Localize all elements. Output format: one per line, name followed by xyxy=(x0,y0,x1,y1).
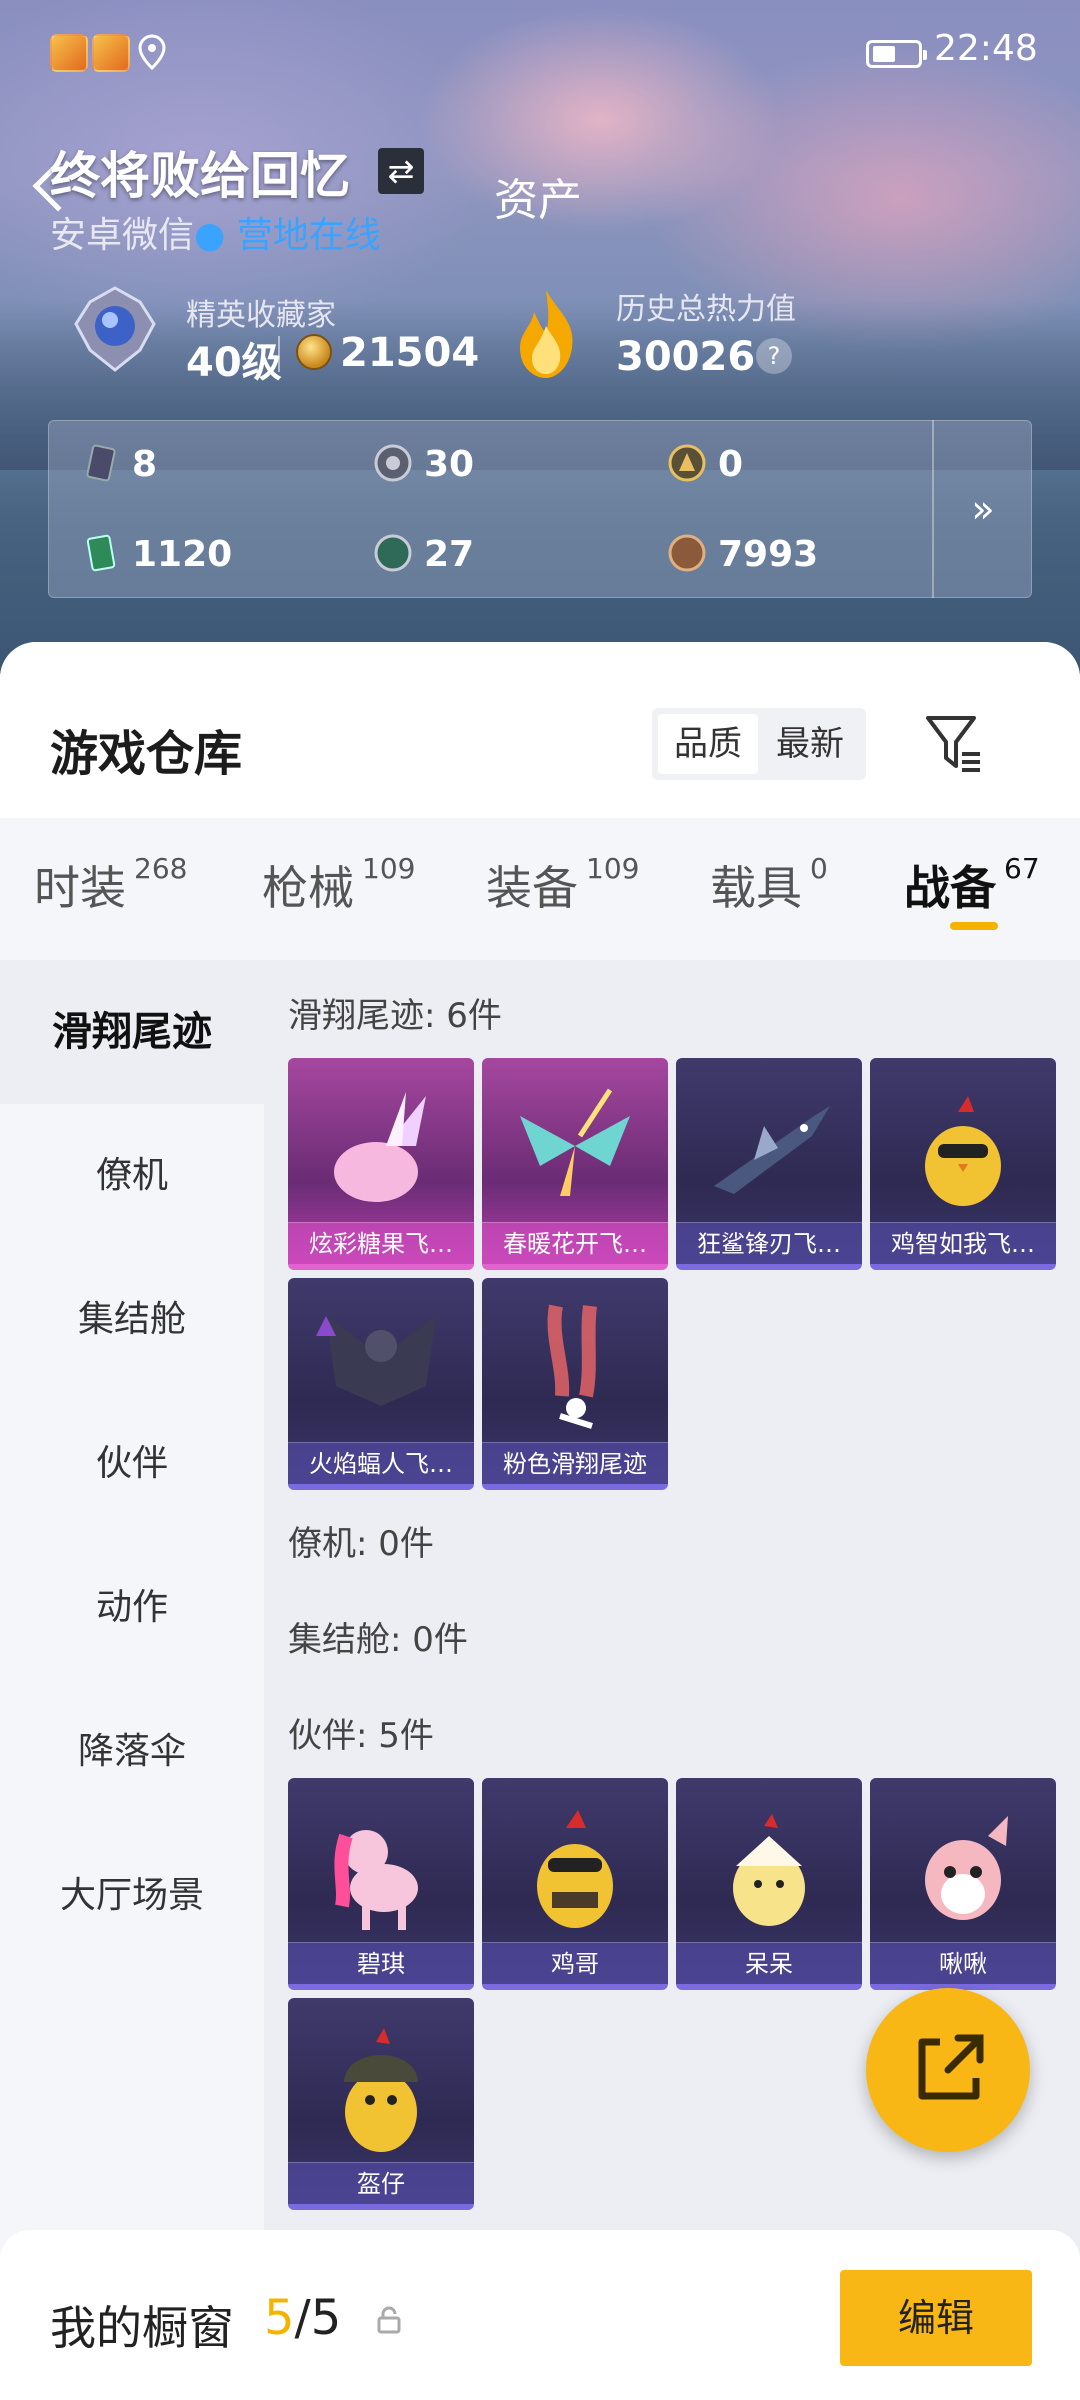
help-icon[interactable]: ? xyxy=(756,338,792,374)
section-title-companion: 伙伴: 5件 xyxy=(288,1716,434,1756)
status-bar: 22:48 xyxy=(0,0,1080,110)
location-icon xyxy=(138,34,166,71)
item-card[interactable]: 鸡哥 xyxy=(482,1778,668,1990)
sort-quality-button[interactable]: 品质 xyxy=(658,714,758,774)
resource-value: 8 xyxy=(132,444,158,485)
item-card[interactable]: 炫彩糖果飞… xyxy=(288,1058,474,1270)
page-title: 资产 xyxy=(494,175,582,226)
category-tabs: 时装 268 枪械 109 装备 109 载具 0 战备 67 xyxy=(0,818,1080,960)
item-card[interactable]: 粉色滑翔尾迹 xyxy=(482,1278,668,1490)
sidebar-item-rally-pod[interactable]: 集结舱 xyxy=(0,1248,264,1392)
platform-label: 安卓微信 xyxy=(50,215,195,256)
lock-icon xyxy=(377,2306,401,2334)
pony-art xyxy=(334,1830,418,1930)
heat-value: 30026 xyxy=(616,334,756,380)
sidebar-item-companion[interactable]: 伙伴 xyxy=(0,1392,264,1536)
battery-icon xyxy=(866,40,927,68)
candy-trail-art xyxy=(334,1092,426,1202)
sort-toggle: 品质 最新 xyxy=(652,708,866,780)
active-tab-indicator xyxy=(950,922,998,930)
item-card[interactable]: 鸡智如我飞… xyxy=(870,1058,1056,1270)
sidebar-item-lobby-scene[interactable]: 大厅场景 xyxy=(0,1824,264,1968)
showcase-count: 5/5 xyxy=(264,2290,342,2346)
collector-coins: 21504 xyxy=(340,330,480,376)
app-notification-icon xyxy=(50,34,88,72)
resource-value: 1120 xyxy=(132,534,233,575)
green-coin-icon xyxy=(374,534,412,572)
share-button[interactable] xyxy=(866,1988,1030,2152)
silver-token-icon xyxy=(374,444,412,482)
chick-art xyxy=(733,1814,805,1926)
clock: 22:48 xyxy=(934,28,1038,69)
showcase-bar: 我的橱窗 5/5 编辑 xyxy=(0,2230,1080,2400)
online-status: ● 营地在线 xyxy=(194,215,381,256)
resource-value: 7993 xyxy=(718,534,819,575)
sidebar-item-glide-trail[interactable]: 滑翔尾迹 xyxy=(0,960,264,1104)
green-card-icon xyxy=(86,534,116,572)
filter-icon[interactable] xyxy=(924,712,984,774)
tab-outfits[interactable]: 时装 268 xyxy=(34,852,187,918)
edit-button[interactable]: 编辑 xyxy=(840,2270,1032,2366)
sort-newest-button[interactable]: 最新 xyxy=(760,714,860,774)
share-icon xyxy=(918,2034,984,2100)
resources-more-button[interactable]: » xyxy=(932,420,1032,598)
username: 终将败给回忆 xyxy=(50,147,350,205)
section-title-wingman: 僚机: 0件 xyxy=(288,1524,434,1564)
pink-trail-art xyxy=(547,1304,597,1429)
warehouse-title: 游戏仓库 xyxy=(50,726,243,782)
section-title-glide-trail: 滑翔尾迹: 6件 xyxy=(288,996,502,1036)
rank-name: 精英收藏家 xyxy=(186,298,336,333)
tab-vehicles[interactable]: 载具 0 xyxy=(710,852,828,918)
item-card[interactable]: 盔仔 xyxy=(288,1998,474,2210)
resource-value: 27 xyxy=(424,534,475,575)
chicken-bro-art xyxy=(537,1810,613,1928)
collector-coin-icon xyxy=(296,334,332,370)
item-card[interactable]: 火焰蝠人飞… xyxy=(288,1278,474,1490)
pink-bird-art xyxy=(925,1816,1008,1920)
showcase-label: 我的橱窗 xyxy=(50,2301,234,2355)
divider xyxy=(278,336,280,372)
sidebar-item-emote[interactable]: 动作 xyxy=(0,1536,264,1680)
item-card[interactable]: 啾啾 xyxy=(870,1778,1056,1990)
item-card[interactable]: 狂鲨锋刃飞… xyxy=(676,1058,862,1270)
bat-trail-art xyxy=(316,1316,436,1406)
card-icon xyxy=(86,444,116,482)
warehouse-header: 游戏仓库 品质 最新 xyxy=(0,642,1080,818)
resource-value: 30 xyxy=(424,444,475,485)
item-card[interactable]: 碧琪 xyxy=(288,1778,474,1990)
heat-label: 历史总热力值 xyxy=(616,292,796,327)
bronze-coin-icon xyxy=(668,534,706,572)
app-notification-icon xyxy=(92,34,130,72)
flame-icon xyxy=(520,290,573,378)
item-card[interactable]: 呆呆 xyxy=(676,1778,862,1990)
switch-account-icon[interactable]: ⇄ xyxy=(378,148,424,194)
tab-guns[interactable]: 枪械 109 xyxy=(262,852,415,918)
sidebar-item-wingman[interactable]: 僚机 xyxy=(0,1104,264,1248)
subcategory-sidebar: 滑翔尾迹 僚机 集结舱 伙伴 动作 降落伞 大厅场景 xyxy=(0,960,264,2400)
tab-battle-gear[interactable]: 战备 67 xyxy=(904,852,1040,918)
item-card[interactable]: 春暖花开飞… xyxy=(482,1058,668,1270)
chicken-trail-art xyxy=(925,1096,1001,1206)
helmet-chick-art xyxy=(344,2028,418,2152)
player-level: 40级 xyxy=(186,340,282,386)
tab-equipment[interactable]: 装备 109 xyxy=(486,852,639,918)
sidebar-item-parachute[interactable]: 降落伞 xyxy=(0,1680,264,1824)
section-title-rally-pod: 集结舱: 0件 xyxy=(288,1620,468,1660)
resource-value: 0 xyxy=(718,444,744,485)
butterfly-trail-art xyxy=(520,1088,630,1196)
rank-badge-icon xyxy=(74,286,156,372)
shark-trail-art xyxy=(714,1106,830,1194)
gold-token-icon xyxy=(668,444,706,482)
